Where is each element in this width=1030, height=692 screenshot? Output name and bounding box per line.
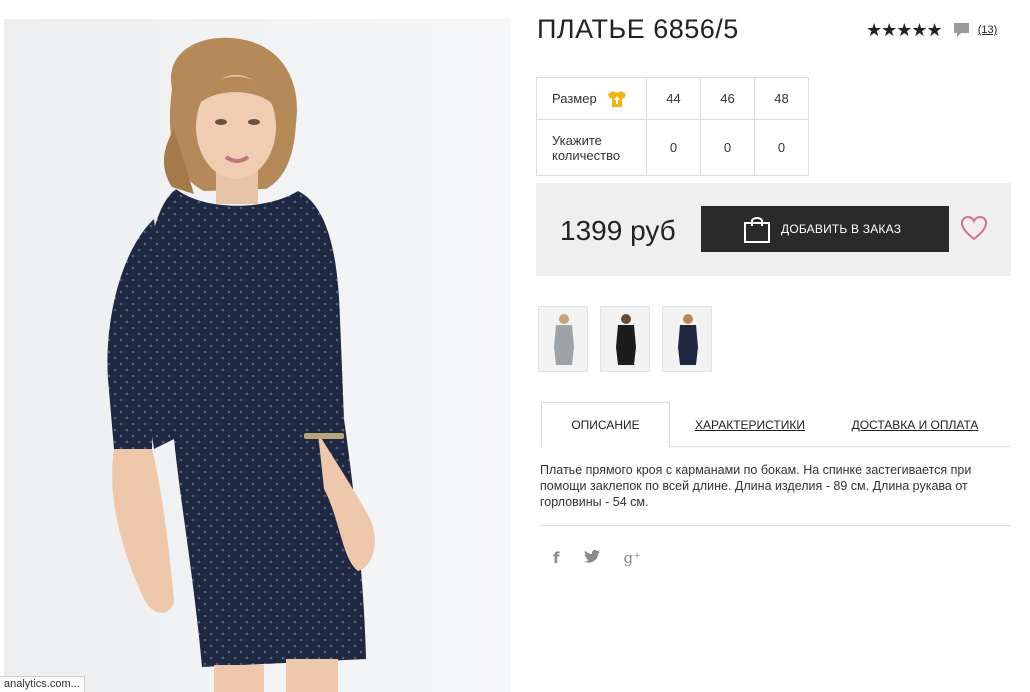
quantity-input-44[interactable]: 0 [646, 119, 701, 176]
size-label-cell: Размер [536, 77, 647, 120]
size-option-44: 44 [646, 77, 701, 120]
size-label: Размер [552, 91, 597, 106]
thumbnail-gray-dress[interactable] [538, 306, 588, 372]
product-description: Платье прямого кроя с карманами по бокам… [540, 463, 972, 509]
product-page: analytics.com... ПЛАТЬЕ 6856/5 ★★★★★ (13… [0, 0, 1030, 692]
quantity-input-46[interactable]: 0 [700, 119, 755, 176]
price-block: 1399 руб ДОБАВИТЬ В ЗАКАЗ [536, 183, 1011, 276]
shirt-size-icon[interactable] [607, 90, 627, 108]
google-plus-icon[interactable]: g⁺ [624, 549, 642, 567]
quantity-row: Укажите количество 0 0 0 [536, 119, 809, 176]
thumbnail-list [538, 306, 724, 372]
product-price: 1399 руб [560, 215, 676, 246]
quantity-input-48[interactable]: 0 [754, 119, 809, 176]
size-option-48: 48 [754, 77, 809, 120]
size-row: Размер 44 46 48 [536, 77, 809, 120]
rating-block: ★★★★★ (13) [866, 20, 997, 40]
reviews-count-link[interactable]: (13) [978, 24, 998, 36]
size-quantity-table: Размер 44 46 48 Укажите количество 0 0 0 [536, 77, 809, 176]
facebook-icon[interactable]: f [553, 549, 560, 567]
main-product-photo[interactable] [4, 19, 511, 692]
comment-icon[interactable] [953, 22, 970, 38]
tab-characteristics[interactable]: ХАРАКТЕРИСТИКИ [690, 402, 810, 447]
heart-icon[interactable] [960, 215, 988, 241]
add-to-order-button[interactable]: ДОБАВИТЬ В ЗАКАЗ [701, 206, 949, 252]
description-divider [540, 525, 1010, 526]
size-option-46: 46 [700, 77, 755, 120]
quantity-label: Укажите количество [536, 119, 647, 176]
product-title: ПЛАТЬЕ 6856/5 [537, 14, 739, 44]
thumbnail-navy-dress[interactable] [662, 306, 712, 372]
rating-stars[interactable]: ★★★★★ [866, 20, 943, 40]
social-share: f g⁺ [553, 549, 665, 567]
twitter-icon[interactable] [583, 549, 600, 567]
model-in-dress-image [4, 19, 511, 692]
browser-status-bar: analytics.com... [0, 676, 85, 692]
shopping-bag-icon [743, 214, 771, 244]
add-to-order-label: ДОБАВИТЬ В ЗАКАЗ [781, 222, 902, 236]
tab-delivery-payment[interactable]: ДОСТАВКА И ОПЛАТА [850, 402, 980, 447]
tab-description[interactable]: ОПИСАНИЕ [541, 402, 670, 447]
thumbnail-black-dress[interactable] [600, 306, 650, 372]
